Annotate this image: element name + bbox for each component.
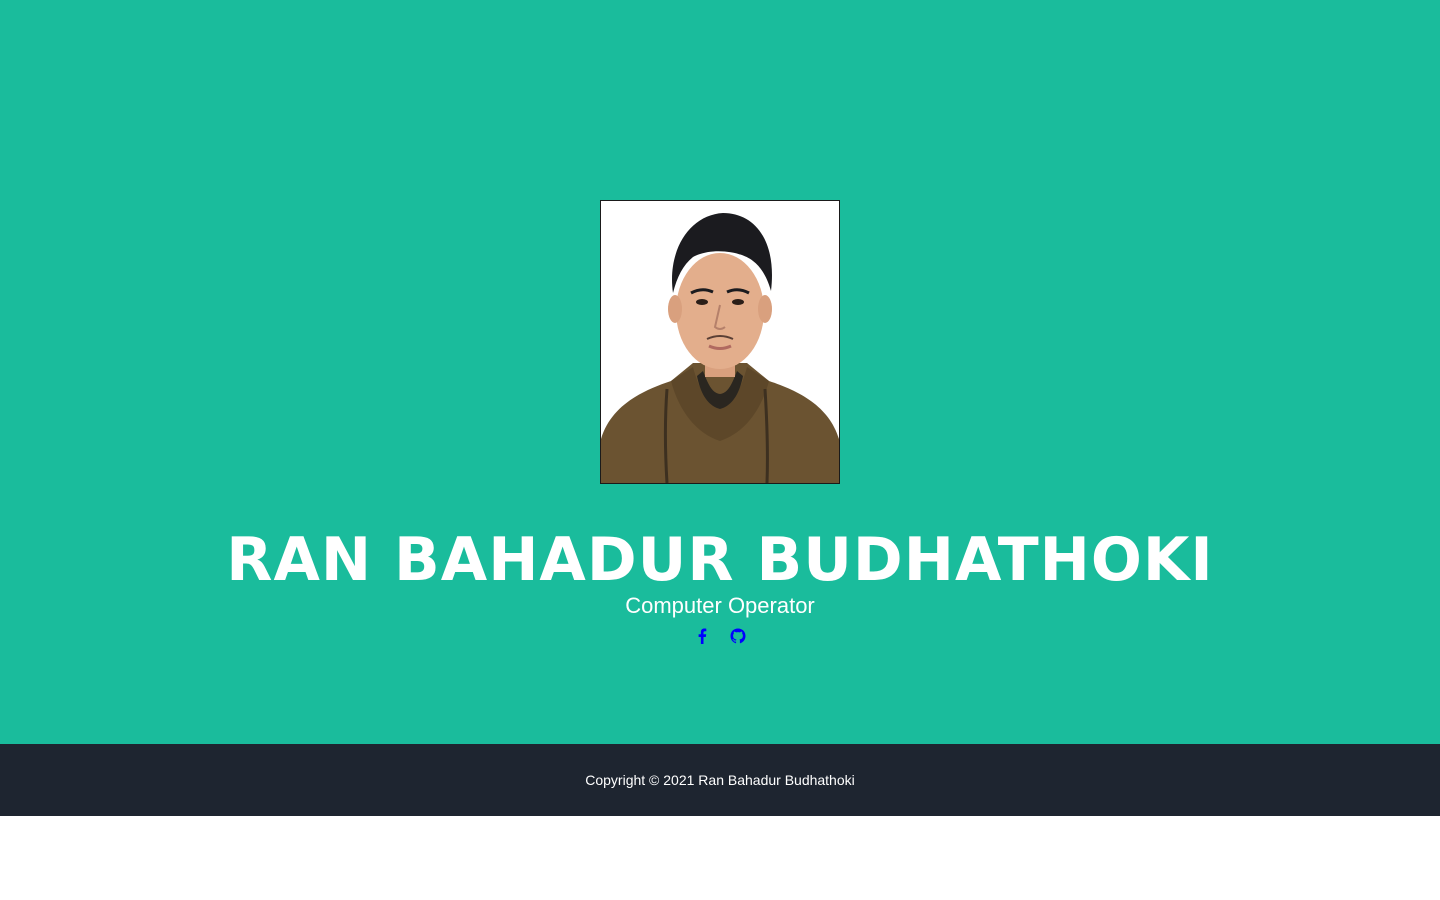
profile-role: Computer Operator [625,593,815,618]
facebook-icon [698,628,707,644]
footer: Copyright © 2021 Ran Bahadur Budhathoki [0,744,1440,816]
facebook-link[interactable] [693,626,711,646]
profile-photo-illustration [601,201,839,483]
profile-photo [600,200,840,484]
github-icon [730,628,746,644]
copyright-text: Copyright © 2021 Ran Bahadur Budhathoki [585,772,855,788]
profile-name: RAN BAHADUR BUDHATHOKI [226,525,1214,595]
masthead: RAN BAHADUR BUDHATHOKI Computer Operator [0,0,1440,744]
github-link[interactable] [729,626,747,646]
social-links [0,626,1440,646]
